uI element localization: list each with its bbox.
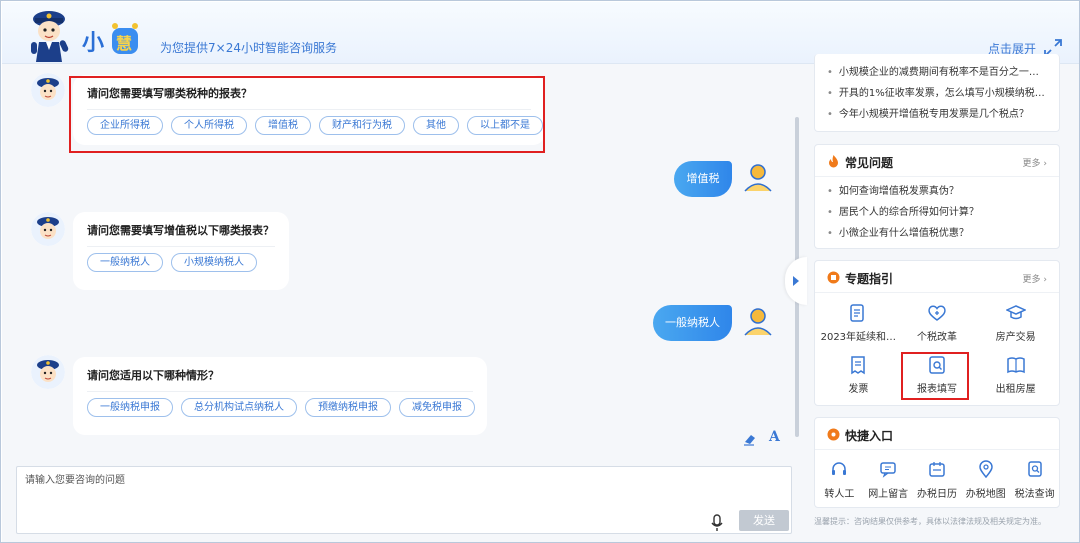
- map-pin-icon: [979, 460, 993, 478]
- book-icon: [1006, 357, 1025, 374]
- quick-item[interactable]: 转人工: [816, 460, 862, 501]
- font-size-icon[interactable]: A: [769, 429, 780, 445]
- graduation-cap-icon: [1005, 305, 1026, 320]
- topic-badge-icon: [827, 271, 840, 284]
- highlight-annotation: [901, 352, 969, 400]
- message-icon: [880, 462, 896, 478]
- topics-header: 专题指引 更多 ›: [815, 261, 1059, 293]
- microphone-icon[interactable]: [710, 514, 724, 532]
- quick-title: 快捷入口: [845, 429, 894, 443]
- police-mascot-icon: [31, 212, 65, 246]
- topics-title: 专题指引: [845, 272, 894, 286]
- bot-message: 请问您需要填写增值税以下哪类报表？ 一般纳税人 小规模纳税人: [73, 212, 289, 290]
- list-item[interactable]: • 今年小规模开增值税专用发票是几个税点？: [827, 104, 1047, 125]
- option-chip[interactable]: 减免税申报: [399, 398, 475, 417]
- quick-entry-card: 快捷入口 转人工 网上留言 办税日历 办税地图 税法查询: [814, 417, 1060, 508]
- document-icon: [850, 304, 865, 322]
- quick-grid: 转人工 网上留言 办税日历 办税地图 税法查询: [815, 450, 1059, 501]
- svg-text:小: 小: [82, 31, 104, 56]
- calendar-icon: [929, 462, 945, 477]
- search-doc-icon: [1027, 461, 1042, 477]
- brand-logo: 小 慧: [82, 23, 138, 56]
- quick-item[interactable]: 办税日历: [914, 460, 960, 501]
- option-chip[interactable]: 小规模纳税人: [171, 253, 257, 272]
- service-tagline: 为您提供7×24小时智能咨询服务: [160, 41, 337, 55]
- list-item[interactable]: • 小规模企业的减费期间有税率不是百分之一吗…: [827, 62, 1047, 83]
- option-chips: 一般纳税申报 总分机构试点纳税人 预缴纳税申报 减免税申报: [87, 398, 475, 417]
- topic-item[interactable]: 个税改革: [898, 301, 977, 353]
- mascot-logo: [31, 11, 69, 62]
- triangle-right-icon: [793, 276, 799, 286]
- option-chip[interactable]: 预缴纳税申报: [305, 398, 391, 417]
- option-chip[interactable]: 一般纳税申报: [87, 398, 173, 417]
- heart-plus-icon: [928, 305, 946, 321]
- eraser-icon[interactable]: [742, 431, 758, 447]
- divider: [87, 246, 275, 247]
- user-avatar-icon: [744, 164, 772, 192]
- hot-questions-card: • 小规模企业的减费期间有税率不是百分之一吗… • 开具的1%征收率发票，怎么填写小…: [814, 54, 1060, 132]
- headset-icon: [832, 462, 847, 475]
- list-item[interactable]: • 小微企业有什么增值税优惠？: [827, 223, 1047, 244]
- police-mascot-icon: [31, 73, 65, 107]
- user-message: 增值税: [674, 161, 732, 197]
- list-item[interactable]: • 如何查询增值税发票真伪？: [827, 181, 1047, 202]
- list-item[interactable]: • 开具的1%征收率发票，怎么填写小规模纳税…: [827, 83, 1047, 104]
- faq-title: 常见问题: [845, 156, 894, 170]
- question-input[interactable]: [17, 467, 791, 533]
- topic-item[interactable]: 出租房屋: [976, 353, 1055, 405]
- svg-text:慧: 慧: [116, 34, 132, 53]
- question-text: 请问您需要填写增值税以下哪类报表？: [87, 224, 274, 237]
- police-mascot-icon: [31, 355, 65, 389]
- bot-avatar: [31, 355, 65, 389]
- quick-header: 快捷入口: [815, 418, 1059, 450]
- option-chip[interactable]: 一般纳税人: [87, 253, 163, 272]
- highlight-annotation: [69, 76, 545, 153]
- bot-message: 请问您适用以下哪种情形？ 一般纳税申报 总分机构试点纳税人 预缴纳税申报 减免税…: [73, 357, 487, 435]
- topic-item[interactable]: 房产交易: [976, 301, 1055, 353]
- question-input-box[interactable]: [16, 466, 792, 534]
- hot-questions-list: • 小规模企业的减费期间有税率不是百分之一吗… • 开具的1%征收率发票，怎么填写小…: [815, 54, 1059, 129]
- topics-more-link[interactable]: 更多 ›: [1023, 272, 1047, 285]
- bot-avatar: [31, 73, 65, 107]
- quick-item[interactable]: 网上留言: [865, 460, 911, 501]
- option-chips: 一般纳税人 小规模纳税人: [87, 253, 275, 272]
- quick-badge-icon: [827, 428, 840, 441]
- user-avatar-icon: [744, 308, 772, 336]
- list-item[interactable]: • 居民个人的综合所得如何计算？: [827, 202, 1047, 223]
- bot-avatar: [31, 212, 65, 246]
- invoice-icon: [851, 356, 866, 375]
- faq-header: 常见问题 更多 ›: [815, 145, 1059, 177]
- chat-window: 小 慧 为您提供7×24小时智能咨询服务 点击展开 请问您需要填写哪类税种的报表: [0, 0, 1080, 543]
- right-panel: • 小规模企业的减费期间有税率不是百分之一吗… • 开具的1%征收率发票，怎么填写小…: [806, 54, 1079, 542]
- fire-icon: [829, 155, 838, 168]
- question-text: 请问您适用以下哪种情形？: [87, 369, 219, 382]
- faq-card: 常见问题 更多 › • 如何查询增值税发票真伪？ • 居民个人的综合所得如何计算？ …: [814, 144, 1060, 249]
- quick-item[interactable]: 税法查询: [1012, 460, 1058, 501]
- divider: [87, 391, 473, 392]
- user-message: 一般纳税人: [653, 305, 732, 341]
- quick-item[interactable]: 办税地图: [963, 460, 1009, 501]
- disclaimer-tip: 温馨提示：咨询结果仅供参考，具体以法律法规及相关规定为准。: [814, 517, 1046, 526]
- faq-more-link[interactable]: 更多 ›: [1023, 156, 1047, 169]
- topic-item[interactable]: 2023年延续和…: [819, 301, 898, 353]
- input-zone: [2, 462, 806, 542]
- faq-list: • 如何查询增值税发票真伪？ • 居民个人的综合所得如何计算？ • 小微企业有什么增值…: [815, 177, 1059, 248]
- option-chip[interactable]: 总分机构试点纳税人: [181, 398, 297, 417]
- topic-item[interactable]: 发票: [819, 353, 898, 405]
- send-button[interactable]: 发送: [739, 510, 789, 531]
